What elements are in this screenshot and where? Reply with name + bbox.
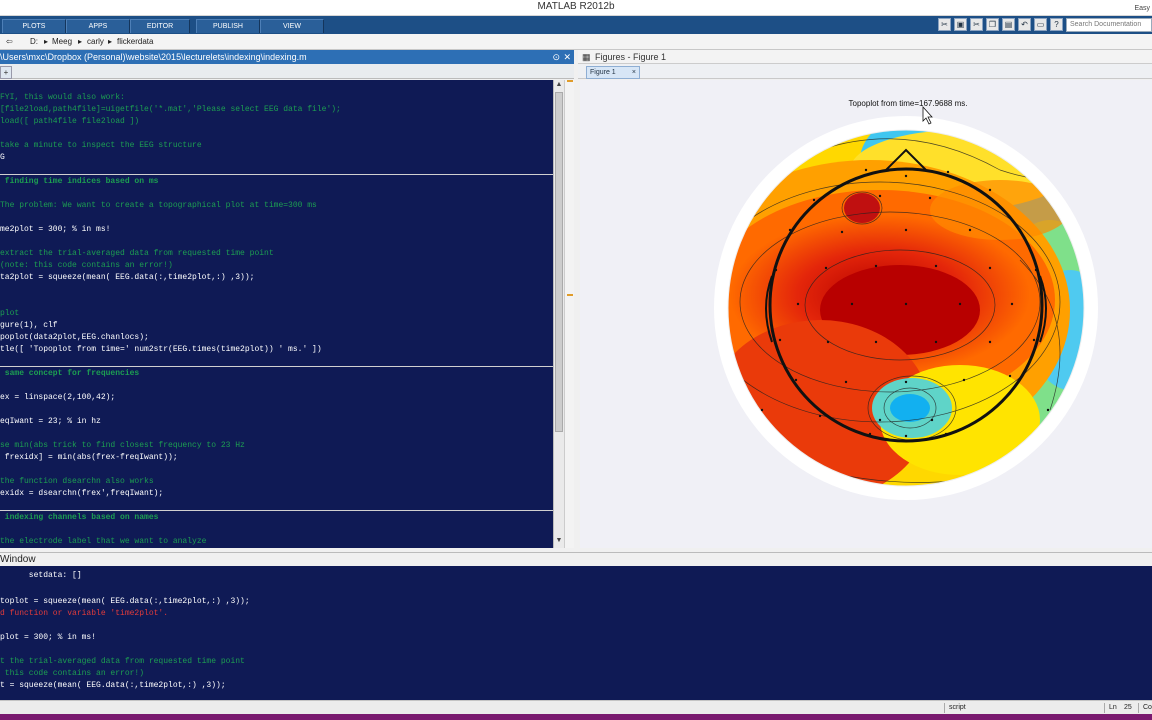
code-line[interactable]: toplot = squeeze(mean( EEG.data(:,time2p… — [0, 596, 250, 608]
tab-figure-1[interactable]: Figure 1 × — [586, 66, 640, 79]
error-line[interactable]: d function or variable 'time2plot'. — [0, 608, 168, 620]
close-icon[interactable]: × — [632, 67, 636, 78]
address-segment-meeg[interactable]: Meeg — [52, 37, 72, 46]
tab-publish[interactable]: PUBLISH — [196, 19, 260, 33]
code-line[interactable]: G — [0, 152, 5, 164]
status-ln-value: 25 — [1124, 704, 1132, 711]
address-drive[interactable]: D: — [30, 37, 38, 46]
code-line[interactable]: eqIwant = 23; % in hz — [0, 416, 101, 428]
chevron-right-icon: ▸ — [108, 37, 113, 46]
code-line[interactable]: me2plot = 300; % in ms! — [0, 224, 110, 236]
comment-line[interactable]: [file2load,path4file]=uigetfile('*.mat',… — [0, 104, 341, 116]
code-line[interactable]: setdata: [] — [0, 570, 82, 582]
command-window-title-bar: Window — [0, 552, 1152, 566]
code-line[interactable]: t = squeeze(mean( EEG.data(:,time2plot,:… — [0, 680, 226, 692]
save-icon[interactable]: ▣ — [954, 18, 967, 31]
tab-plots[interactable]: PLOTS — [2, 19, 66, 33]
cell-divider — [0, 174, 553, 175]
chevron-right-icon: ▸ — [44, 37, 49, 46]
warning-marker[interactable] — [567, 80, 573, 82]
code-line[interactable]: tle([ 'Topoplot from time=' num2str(EEG.… — [0, 344, 322, 356]
folder-up-icon[interactable]: ⇦ — [6, 37, 13, 46]
status-bar: script Ln 25 Col — [0, 700, 1152, 714]
code-line[interactable]: plot = 300; % in ms! — [0, 632, 96, 644]
address-segment-carly[interactable]: carly — [87, 37, 104, 46]
comment-line[interactable]: the electrode label that we want to anal… — [0, 536, 206, 548]
paste-icon[interactable]: ▤ — [1002, 18, 1015, 31]
chevron-right-icon: ▸ — [78, 37, 83, 46]
code-analyzer-gutter — [564, 80, 574, 548]
editor-tab-bar: + — [0, 64, 574, 79]
comment-line[interactable]: plot — [0, 308, 19, 320]
figures-title: Figures - Figure 1 — [595, 52, 667, 62]
cell-divider — [0, 366, 553, 367]
comment-line[interactable]: same concept for frequencies — [0, 368, 139, 380]
copy-icon[interactable]: ❐ — [986, 18, 999, 31]
comment-line[interactable]: indexing channels based on names — [0, 512, 159, 524]
code-editor[interactable]: FYI, this would also work: [file2load,pat… — [0, 80, 553, 548]
corner-label: Easy — [1134, 5, 1150, 12]
plot-title: Topoplot from time=167.9688 ms. — [848, 99, 968, 108]
status-mode: script — [944, 703, 1100, 713]
undo-icon[interactable]: ↶ — [1018, 18, 1031, 31]
scroll-down-icon[interactable]: ▼ — [554, 536, 564, 546]
undock-icon[interactable]: ⊙ — [552, 50, 560, 64]
tab-editor[interactable]: EDITOR — [130, 19, 190, 33]
title-bar: MATLAB R2012b Easy — [0, 0, 1152, 16]
command-window[interactable]: setdata: [] toplot = squeeze(mean( EEG.da… — [0, 566, 1152, 700]
figure-tab-bar: Figure 1 × — [578, 64, 1152, 79]
comment-line[interactable]: extract the trial-averaged data from req… — [0, 248, 274, 260]
comment-line[interactable]: se min(abs trick to find closest frequen… — [0, 440, 245, 452]
comment-line[interactable]: FYI, this would also work: — [0, 92, 125, 104]
code-line[interactable]: exidx = dsearchn(frex',freqIwant); — [0, 488, 163, 500]
comment-line[interactable]: t the trial-averaged data from requested… — [0, 656, 245, 668]
command-window-title: Window — [0, 554, 36, 565]
status-ln-label: Ln — [1104, 703, 1124, 713]
code-line[interactable]: gure(1), clf — [0, 320, 58, 332]
matlab-window: MATLAB R2012b Easy PLOTS APPS EDITOR PUB… — [0, 0, 1152, 720]
code-line[interactable]: ta2plot = squeeze(mean( EEG.data(:,time2… — [0, 272, 254, 284]
figure-tab-label: Figure 1 — [590, 69, 616, 76]
os-taskbar — [0, 714, 1152, 720]
code-line[interactable]: poplot(data2plot,EEG.chanlocs); — [0, 332, 149, 344]
app-title: MATLAB R2012b — [537, 1, 615, 12]
comment-line[interactable]: (note: this code contains an error!) — [0, 260, 173, 272]
tab-view[interactable]: VIEW — [260, 19, 324, 33]
tab-apps[interactable]: APPS — [66, 19, 130, 33]
status-col-label: Col — [1138, 703, 1152, 713]
code-line[interactable]: frexidx] = min(abs(frex-freqIwant)); — [0, 452, 178, 464]
cell-divider — [0, 510, 553, 511]
comment-line[interactable]: finding time indices based on ms — [0, 176, 159, 188]
current-folder-bar: ⇦ D: ▸ Meeg ▸ carly ▸ flickerdata — [0, 34, 1152, 50]
switch-windows-icon[interactable]: ▭ — [1034, 18, 1047, 31]
close-icon[interactable]: ✕ — [563, 50, 571, 64]
help-icon[interactable]: ? — [1050, 18, 1063, 31]
address-segment-flickerdata[interactable]: flickerdata — [117, 37, 153, 46]
editor-scrollbar[interactable]: ▲ ▼ — [553, 80, 564, 548]
cut-icon-2[interactable]: ✂ — [970, 18, 983, 31]
figures-title-bar: ▦ Figures - Figure 1 — [578, 50, 1152, 64]
scroll-thumb[interactable] — [555, 92, 563, 432]
comment-line[interactable]: this code contains an error!) — [0, 668, 144, 680]
code-line[interactable]: ex = linspace(2,100,42); — [0, 392, 115, 404]
editor-title-bar: \Users\mxc\Dropbox (Personal)\website\20… — [0, 50, 574, 64]
comment-line[interactable]: load([ path4file file2load ]) — [0, 116, 139, 128]
editor-file-path: \Users\mxc\Dropbox (Personal)\website\20… — [0, 52, 307, 62]
topography-map — [728, 130, 1084, 486]
comment-line[interactable]: the function dsearchn also works — [0, 476, 154, 488]
ribbon-tab-bar: PLOTS APPS EDITOR PUBLISH VIEW ✂ ▣ ✂ ❐ ▤… — [0, 16, 1152, 34]
comment-line[interactable]: take a minute to inspect the EEG structu… — [0, 140, 202, 152]
search-documentation-input[interactable]: Search Documentation — [1066, 18, 1152, 32]
warning-marker[interactable] — [567, 294, 573, 296]
scroll-up-icon[interactable]: ▲ — [554, 80, 564, 90]
cut-icon[interactable]: ✂ — [938, 18, 951, 31]
topoplot — [714, 105, 1098, 500]
editor-file-tab[interactable]: + — [0, 66, 12, 79]
figure-icon: ▦ — [582, 52, 591, 62]
comment-line[interactable]: The problem: We want to create a topogra… — [0, 200, 317, 212]
figure-canvas[interactable]: Topoplot from time=167.9688 ms. — [580, 80, 1152, 548]
